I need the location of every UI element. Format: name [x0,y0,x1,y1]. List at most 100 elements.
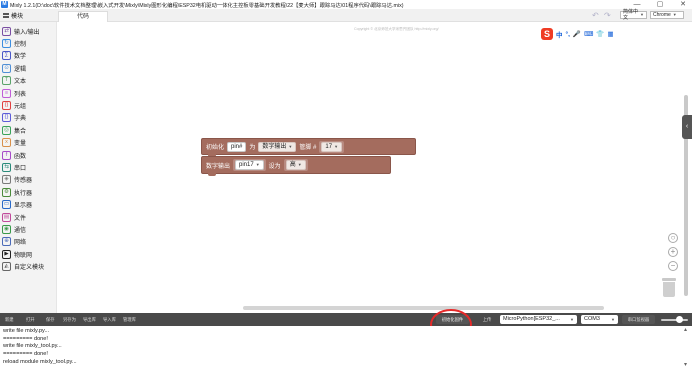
sidebar-item-label: 自定义模块 [14,265,45,272]
language-select[interactable]: 简体中文 ▼ [620,9,647,21]
sidebar-item[interactable]: ▤ 文件 [2,211,26,223]
sidebar-item-label: 数学 [14,54,27,61]
sogou-logo-icon[interactable]: S [541,28,553,40]
block-output-set-as: 设为 [268,163,281,170]
sidebar-item[interactable]: () 元组 [2,99,26,111]
sidebar-item-label: 物联网 [14,252,33,259]
block-workspace[interactable]: Copyright © 北京师范大学米思齐团队 http://mixly.org… [57,22,692,313]
list-icon: ≡ [2,88,11,98]
block-init-pin-label: 管脚 # [299,145,317,151]
keyboard-icon[interactable]: ⌨ [584,30,593,38]
console-line: write file mixly_tool.py... [3,343,62,349]
tab-code[interactable]: 代码 [58,11,108,22]
manage-library-button[interactable]: 管理库 [123,313,136,326]
maximize-button[interactable]: ▢ [655,0,665,9]
display-icon: ▭ [2,200,11,210]
collapse-panel-button[interactable]: ‹ [682,115,692,139]
console-scrollbar[interactable] [684,328,687,366]
pin-init-block[interactable]: 初始化 pin# 为 数字输出 ▼ 管脚 # 17 ▼ [201,138,416,157]
sidebar-item[interactable]: {} 字典 [2,112,26,124]
sidebar-item-label: 串口 [14,165,27,172]
sensor-icon: ◈ [2,175,11,185]
pin-number-dropdown[interactable]: 17 ▼ [321,141,343,152]
console-line: reload module mixly_tool.py... [3,359,77,365]
close-button[interactable]: ✕ [678,0,688,9]
top-toolbar: 模块 代码 ↶ ↷ 简体中文 ▼ Chrome ▼ [0,9,692,22]
console-line: ========= done! [3,336,48,342]
output-level-dropdown[interactable]: 高 ▼ [285,160,306,170]
chevron-down-icon: ▼ [288,143,293,149]
horizontal-scrollbar[interactable] [243,306,604,310]
undo-icon[interactable]: ↶ [592,11,599,20]
sidebar-item-label: 显示器 [14,203,33,210]
zoom-out-icon[interactable]: − [668,261,678,271]
tab-modules[interactable]: 模块 [3,10,23,21]
pin-variable-field[interactable]: pin# [227,141,247,152]
sidebar-item-label: 控制 [14,41,27,48]
export-library-button[interactable]: 导出库 [83,313,96,326]
sidebar-item[interactable]: ⇆ 串口 [2,161,26,173]
sidebar-item-label: 执行器 [14,190,33,197]
sidebar-item[interactable]: ◭ 自定义模块 [2,261,44,273]
ime-chinese-mode[interactable]: 中 [556,29,563,39]
font-size-slider[interactable] [661,319,688,321]
zoom-in-icon[interactable]: + [668,247,678,257]
slider-thumb[interactable] [676,316,683,323]
import-library-button[interactable]: 导入库 [103,313,116,326]
sidebar-item[interactable]: ◎ 集合 [2,124,26,136]
sidebar-item[interactable]: ↻ 控制 [2,37,26,49]
sidebar-item[interactable]: ⇄ 输入/输出 [2,25,40,37]
pin-mode-dropdown[interactable]: 数字输出 ▼ [258,141,297,152]
custom-module-icon: ◭ [2,262,11,272]
save-button[interactable]: 保存 [46,313,55,326]
skin-icon[interactable]: 👕 [596,30,604,38]
sidebar-item[interactable]: ◈ 传感器 [2,174,32,186]
open-button[interactable]: 打开 [26,313,35,326]
set-icon: ◎ [2,125,11,135]
function-icon: f [2,150,11,160]
sidebar-item[interactable]: ∑ 数学 [2,50,26,62]
sidebar-item[interactable]: ◉ 通信 [2,223,26,235]
upload-button[interactable]: 上传 [478,313,496,326]
block-category-sidebar: ⇄ 输入/输出 ↻ 控制 ∑ 数学 ⊙ 逻辑 T 文本 ≡ 列表() 元组{} 字典 ◎ 集合 x 变量 f 函数 ⇆ 串… [0,22,57,313]
ime-menu-icon[interactable]: ▦ [607,30,613,38]
dict-icon: {} [2,113,11,123]
text-icon: T [2,76,11,86]
serial-icon: ⇆ [2,162,11,172]
copyright-text: Copyright © 北京师范大学米思齐团队 http://mixly.org… [354,27,439,31]
sidebar-item[interactable]: x 变量 [2,137,26,149]
board-select[interactable]: MicroPython[ESP32_... ▼ [500,315,577,324]
language-value: 简体中文 [623,9,639,21]
sidebar-item[interactable]: ⊙ 逻辑 [2,62,26,74]
variable-icon: x [2,138,11,148]
sidebar-item-label: 网络 [14,240,27,247]
sidebar-item[interactable]: ▭ 显示器 [2,199,32,211]
theme-select[interactable]: Chrome ▼ [650,11,684,19]
sidebar-item[interactable]: ≡ 列表 [2,87,26,99]
serial-monitor-button[interactable]: 串口监视器 [622,315,655,324]
communication-icon: ◉ [2,224,11,234]
chevron-down-icon: ▼ [640,12,644,17]
sidebar-item[interactable]: f 函数 [2,149,26,161]
minimize-button[interactable]: — [632,0,642,9]
sidebar-item[interactable]: ▶ 物联网 [2,248,32,260]
digital-output-block[interactable]: 数字输出 pin17 ▼ 设为 高 ▼ [201,156,391,176]
window-title: Mixly 1.2.1(D:\doc\软件技术文档整理\嵌入式开发\Mixly\… [10,2,404,9]
redo-icon[interactable]: ↷ [604,11,611,20]
sidebar-item[interactable]: ⊕ 网络 [2,236,26,248]
save-as-button[interactable]: 另存为 [63,313,76,326]
port-value: COM3 [584,316,600,322]
zoom-reset-icon[interactable]: ○ [668,233,678,243]
pin-number-value: 17 [325,143,333,150]
ime-punctuation-icon[interactable]: °, [566,31,570,38]
trash-icon[interactable] [662,278,676,297]
port-select[interactable]: COM3 ▼ [581,315,618,324]
output-pin-dropdown[interactable]: pin17 ▼ [235,160,264,170]
sidebar-item[interactable]: ⚙ 执行器 [2,186,32,198]
new-button[interactable]: 新建 [5,313,14,326]
chevron-down-icon: ▼ [570,317,574,322]
sidebar-item[interactable]: T 文本 [2,75,26,87]
microphone-icon[interactable]: 🎤 [573,30,581,38]
trash-lid [662,278,676,281]
title-bar: M Mixly 1.2.1(D:\doc\软件技术文档整理\嵌入式开发\Mixl… [0,0,692,9]
